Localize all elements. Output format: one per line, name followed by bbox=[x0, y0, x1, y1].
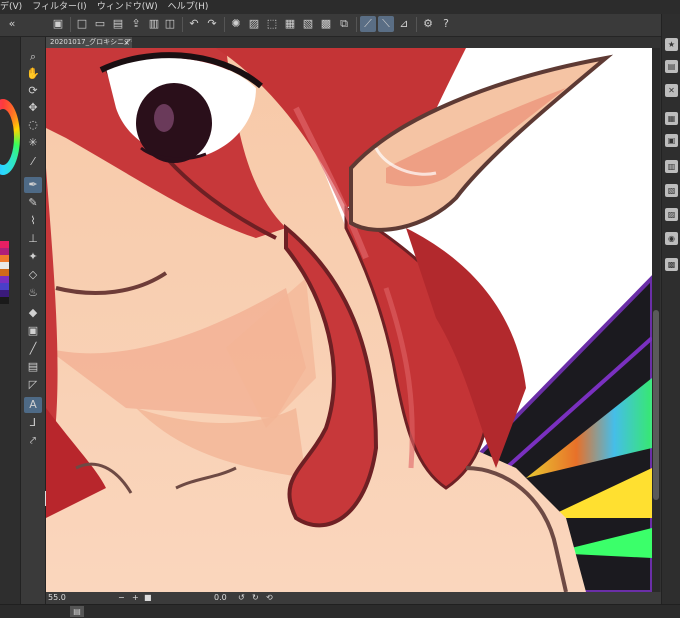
open-folder-icon[interactable]: ▭ bbox=[92, 16, 108, 32]
decoration-icon[interactable]: ✦ bbox=[24, 249, 42, 265]
history-icon[interactable]: ▦ bbox=[665, 112, 678, 125]
layer-icon[interactable]: ⧉ bbox=[336, 16, 352, 32]
undo-icon[interactable]: ↶ bbox=[186, 16, 202, 32]
selection-icon[interactable]: ▦ bbox=[282, 16, 298, 32]
drawing-canvas[interactable] bbox=[46, 48, 652, 592]
bottom-bar: ▤ bbox=[0, 604, 680, 618]
sub-view-icon[interactable]: ▥ bbox=[665, 160, 678, 173]
command-toolbar: « ▣ □ ▭ ▤ ⇪ ▥ ◫ ↶ ↷ ✺ ▨ ⬚ ▦ ▧ ▩ ⧉ ⟋ ⟍ ⊿ … bbox=[0, 14, 680, 37]
zoom-slider-icon[interactable]: ■ bbox=[144, 592, 152, 604]
zoom-in-icon[interactable]: + bbox=[132, 592, 139, 604]
rotation-value[interactable]: 0.0 bbox=[214, 592, 227, 604]
panel-toggle-icon[interactable]: ▩ bbox=[665, 258, 678, 271]
right-panel: ★ ▤ ✕ ▦ ▣ ▥ ▧ ▨ ◉ ▩ bbox=[661, 14, 680, 617]
frame-icon[interactable]: ▤ bbox=[24, 359, 42, 375]
pencil-icon[interactable]: ✎ bbox=[24, 195, 42, 211]
save-icon[interactable]: ▤ bbox=[110, 16, 126, 32]
tool-palette: ⌕ ✋ ⟳ ✥ ◌ ✳ ⁄ ✒ ✎ ⌇ ⊥ ✦ ◇ ♨ ◆ ▣ ╱ ▤ ◸ A … bbox=[21, 37, 65, 617]
help-icon[interactable]: ? bbox=[438, 16, 454, 32]
close-icon[interactable]: × bbox=[123, 37, 130, 48]
rotate-left-icon[interactable]: ↺ bbox=[238, 592, 245, 604]
material-icon[interactable]: ★ bbox=[665, 38, 678, 51]
brush-icon[interactable]: ⌇ bbox=[24, 213, 42, 229]
clear-icon[interactable]: ✺ bbox=[228, 16, 244, 32]
rotate-icon[interactable]: ⟳ bbox=[24, 83, 42, 99]
text-icon[interactable]: A bbox=[24, 397, 42, 413]
lasso-icon[interactable]: ◌ bbox=[24, 117, 42, 133]
rotate-right-icon[interactable]: ↻ bbox=[252, 592, 259, 604]
snap-ruler-icon[interactable]: ⟋ bbox=[360, 16, 376, 32]
blend-icon[interactable]: ♨ bbox=[24, 285, 42, 301]
pen-icon[interactable]: ✒ bbox=[24, 177, 42, 193]
layer-search-icon[interactable]: ▨ bbox=[665, 208, 678, 221]
document-tab[interactable]: 20201017_グロキシニア* × bbox=[46, 37, 132, 48]
info-icon[interactable]: ▧ bbox=[665, 184, 678, 197]
status-bar: 55.0 − + ■ 0.0 ↺ ↻ ⟲ bbox=[46, 592, 661, 604]
gradient-icon[interactable]: ▣ bbox=[24, 323, 42, 339]
collapse-icon[interactable]: « bbox=[4, 16, 20, 32]
app-icon[interactable]: ▣ bbox=[50, 16, 66, 32]
document-title: 20201017_グロキシニア* bbox=[50, 38, 132, 46]
delete-icon[interactable]: ✕ bbox=[665, 84, 678, 97]
magic-wand-icon[interactable]: ✳ bbox=[24, 135, 42, 151]
zoom-icon[interactable]: ⌕ bbox=[24, 49, 42, 65]
transform-icon[interactable]: ⬚ bbox=[264, 16, 280, 32]
menu-item-help[interactable]: ヘルプ(H) bbox=[168, 0, 209, 14]
navigator-icon[interactable]: ▣ bbox=[665, 134, 678, 147]
panel-menu-icon[interactable]: ▤ bbox=[70, 606, 84, 617]
layer-property-icon[interactable]: ▤ bbox=[665, 60, 678, 73]
ruler-icon[interactable]: ◸ bbox=[24, 377, 42, 393]
new-file-icon[interactable]: □ bbox=[74, 16, 90, 32]
menu-item-filter[interactable]: フィルター(I) bbox=[32, 0, 87, 14]
color-panel bbox=[0, 37, 21, 617]
vertical-scrollbar[interactable] bbox=[652, 48, 660, 592]
settings-icon[interactable]: ⚙ bbox=[420, 16, 436, 32]
snap-grid-icon[interactable]: ⊿ bbox=[396, 16, 412, 32]
menu-item-view[interactable]: デ(V) bbox=[0, 0, 22, 14]
zoom-out-icon[interactable]: − bbox=[118, 592, 125, 604]
crop-icon[interactable]: ▩ bbox=[318, 16, 334, 32]
tone-icon[interactable]: ▧ bbox=[300, 16, 316, 32]
balloon-icon[interactable]: ⅃ bbox=[24, 415, 42, 431]
fill-icon[interactable]: ◆ bbox=[24, 305, 42, 321]
menu-bar: デ(V) フィルター(I) ウィンドウ(W) ヘルプ(H) bbox=[0, 0, 680, 14]
ui-icon[interactable]: ◫ bbox=[162, 16, 178, 32]
color-palette[interactable] bbox=[0, 241, 9, 307]
redo-icon[interactable]: ↷ bbox=[204, 16, 220, 32]
print-icon[interactable]: ▥ bbox=[146, 16, 162, 32]
move-icon[interactable]: ✥ bbox=[24, 100, 42, 116]
reset-rotation-icon[interactable]: ⟲ bbox=[266, 592, 273, 604]
eyedropper-icon[interactable]: ⁄ bbox=[24, 154, 42, 170]
eraser-icon[interactable]: ◇ bbox=[24, 267, 42, 283]
line-correction-icon[interactable]: ⤤ bbox=[24, 433, 42, 449]
canvas-illustration bbox=[46, 48, 652, 592]
airbrush-icon[interactable]: ⊥ bbox=[24, 231, 42, 247]
fill-selection-icon[interactable]: ▨ bbox=[246, 16, 262, 32]
snap-special-ruler-icon[interactable]: ⟍ bbox=[378, 16, 394, 32]
export-icon[interactable]: ⇪ bbox=[128, 16, 144, 32]
hand-icon[interactable]: ✋ bbox=[24, 66, 42, 82]
menu-item-window[interactable]: ウィンドウ(W) bbox=[97, 0, 158, 14]
figure-icon[interactable]: ╱ bbox=[24, 341, 42, 357]
zoom-value[interactable]: 55.0 bbox=[48, 592, 66, 604]
scrollbar-thumb[interactable] bbox=[653, 310, 659, 500]
camera-icon[interactable]: ◉ bbox=[665, 232, 678, 245]
